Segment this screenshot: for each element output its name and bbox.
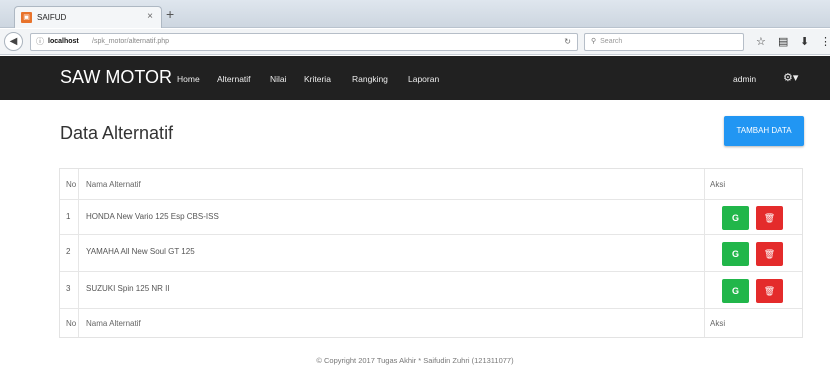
edit-button[interactable]: G xyxy=(722,206,749,230)
nav-item-laporan[interactable]: Laporan xyxy=(408,74,439,84)
nav-item-kriteria[interactable]: Kriteria xyxy=(304,74,331,84)
app-navbar: SAW MOTOR Home Alternatif Nilai Kriteria… xyxy=(0,56,830,100)
header-name: Nama Alternatif xyxy=(86,180,141,189)
cell-name: SUZUKI Spin 125 NR II xyxy=(86,284,170,293)
browser-search-input[interactable]: ⚲ Search xyxy=(584,33,744,51)
nav-item-nilai[interactable]: Nilai xyxy=(270,74,287,84)
cell-name: HONDA New Vario 125 Esp CBS-ISS xyxy=(86,212,219,221)
reading-list-icon[interactable]: ▤ xyxy=(778,35,788,48)
cell-no: 1 xyxy=(66,212,71,221)
trash-icon: 🗑 xyxy=(763,249,776,259)
table-footer-row: No Nama Alternatif Aksi xyxy=(60,309,802,338)
page-footer: © Copyright 2017 Tugas Akhir * Saifudin … xyxy=(316,356,514,365)
alternatif-table: No Nama Alternatif Aksi 1 HONDA New Vari… xyxy=(59,168,803,338)
tab-title: SAIFUD xyxy=(37,13,67,22)
nav-item-rangking[interactable]: Rangking xyxy=(352,74,388,84)
delete-button[interactable]: 🗑 xyxy=(756,206,783,230)
tab-close-icon[interactable]: × xyxy=(147,11,153,22)
trash-icon: 🗑 xyxy=(763,286,776,296)
search-placeholder: Search xyxy=(600,38,623,45)
table-row: 2 YAMAHA All New Soul GT 125 G 🗑 xyxy=(60,235,802,272)
browser-tab-bar: ▣ SAIFUD × + xyxy=(0,0,830,28)
new-tab-button[interactable]: + xyxy=(166,6,174,22)
footer-name: Nama Alternatif xyxy=(86,319,141,328)
bookmark-star-icon[interactable]: ☆ xyxy=(756,35,766,48)
header-no: No xyxy=(66,180,77,189)
edit-button[interactable]: G xyxy=(722,242,749,266)
info-icon[interactable]: ⓘ xyxy=(36,34,44,50)
page-title: Data Alternatif xyxy=(60,123,174,143)
edit-button[interactable]: G xyxy=(722,279,749,303)
footer-no: No xyxy=(66,319,77,328)
browser-toolbar: ◀ ⓘ localhost /spk_motor/alternatif.php … xyxy=(0,29,830,55)
brand-logo[interactable]: SAW MOTOR xyxy=(60,67,172,88)
browser-tab[interactable]: ▣ SAIFUD × xyxy=(14,6,162,28)
nav-item-home[interactable]: Home xyxy=(177,74,200,84)
table-row: 1 HONDA New Vario 125 Esp CBS-ISS G 🗑 xyxy=(60,200,802,235)
address-bar[interactable]: ⓘ localhost /spk_motor/alternatif.php ↻ xyxy=(30,33,578,51)
search-icon: ⚲ xyxy=(591,38,597,45)
url-path: /spk_motor/alternatif.php xyxy=(92,38,170,45)
cell-name: YAMAHA All New Soul GT 125 xyxy=(86,247,195,256)
delete-button[interactable]: 🗑 xyxy=(756,242,783,266)
url-host: localhost xyxy=(48,38,79,45)
edit-icon: G xyxy=(731,286,739,296)
cell-no: 3 xyxy=(66,284,71,293)
table-row: 3 SUZUKI Spin 125 NR II G 🗑 xyxy=(60,272,802,309)
back-button[interactable]: ◀ xyxy=(4,32,23,51)
cell-no: 2 xyxy=(66,247,71,256)
edit-icon: G xyxy=(731,249,739,259)
nav-item-alternatif[interactable]: Alternatif xyxy=(217,74,251,84)
header-aksi: Aksi xyxy=(710,180,726,189)
favicon-icon: ▣ xyxy=(21,12,32,23)
menu-overflow-icon[interactable]: ⋮ xyxy=(820,35,830,48)
add-data-button[interactable]: TAMBAH DATA xyxy=(724,116,804,146)
delete-button[interactable]: 🗑 xyxy=(756,279,783,303)
table-header-row: No Nama Alternatif Aksi xyxy=(60,169,802,200)
user-menu[interactable]: admin xyxy=(733,74,756,84)
trash-icon: 🗑 xyxy=(763,213,776,223)
reload-icon[interactable]: ↻ xyxy=(564,34,571,50)
gear-icon[interactable]: ⚙▾ xyxy=(783,71,798,84)
edit-icon: G xyxy=(731,213,739,223)
footer-aksi: Aksi xyxy=(710,319,726,328)
download-icon[interactable]: ⬇ xyxy=(800,35,809,48)
